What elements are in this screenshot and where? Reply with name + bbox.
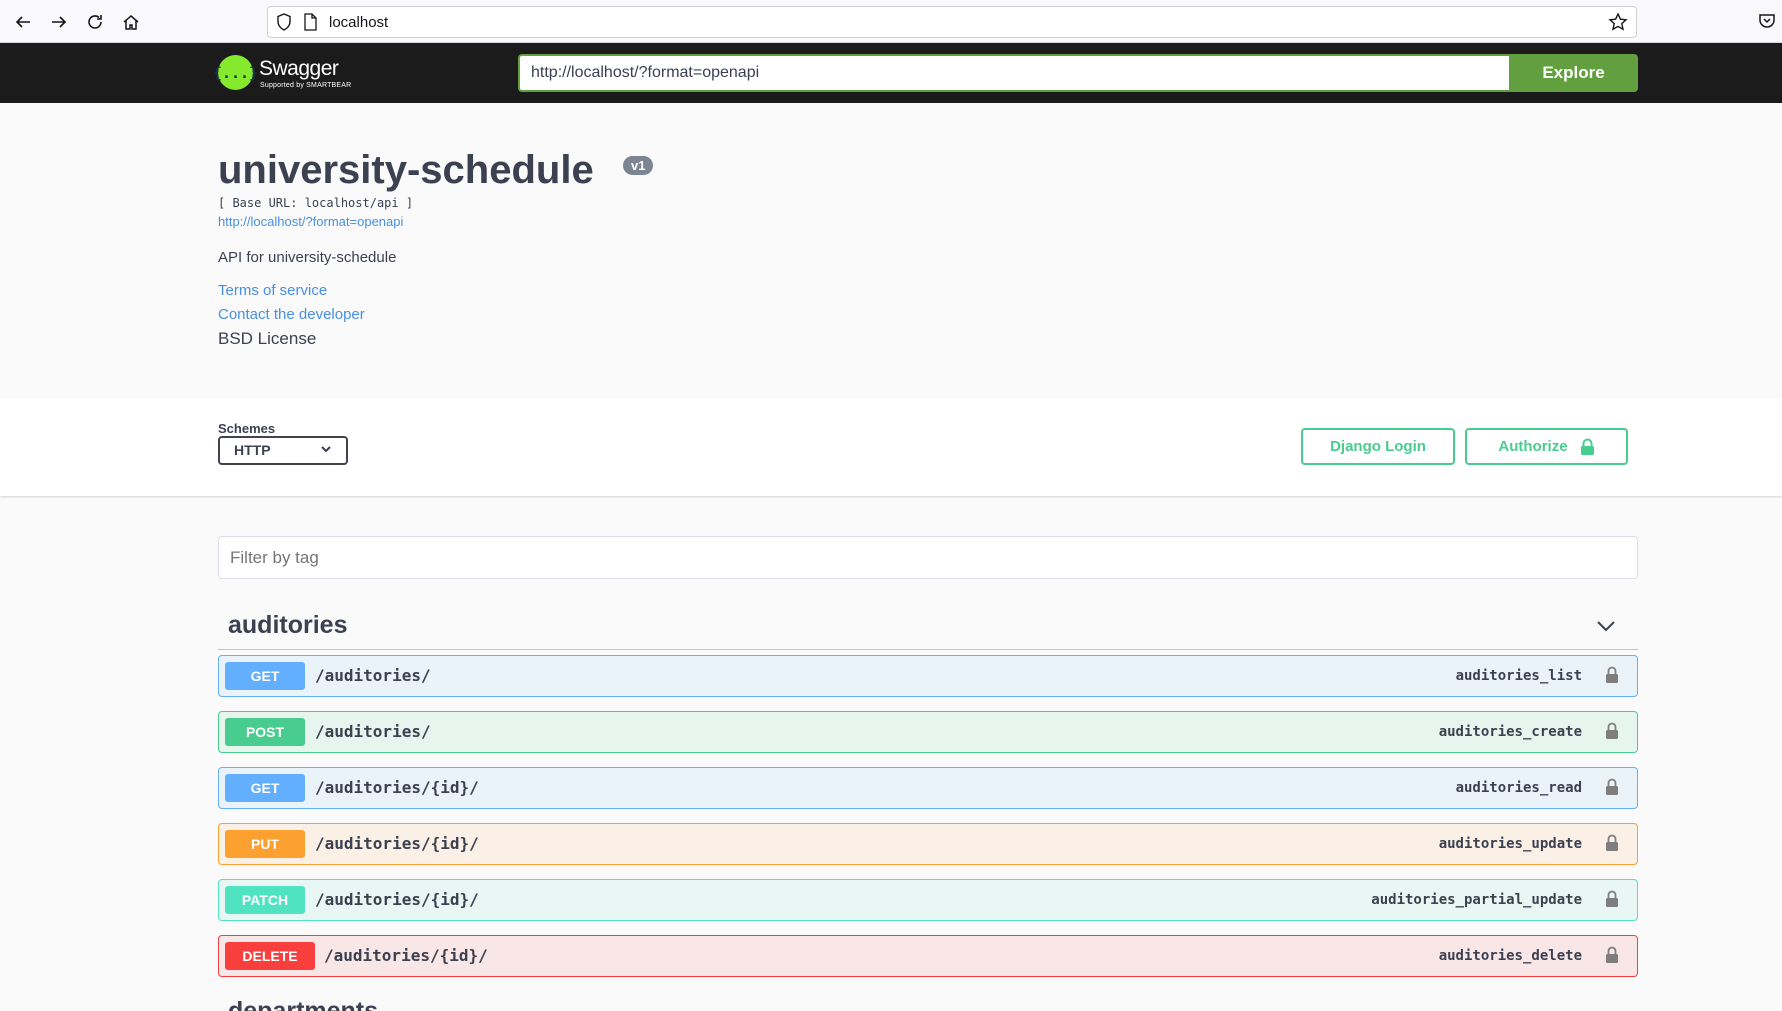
operation-path: /auditories/{id}/ [324, 946, 488, 965]
operation-id: auditories_partial_update [1371, 892, 1582, 908]
filter-by-tag-input[interactable] [218, 536, 1638, 579]
method-badge: POST [225, 718, 305, 746]
operation-path: /auditories/{id}/ [315, 778, 479, 797]
operation-auditories-list[interactable]: GET /auditories/ auditories_list [218, 655, 1638, 697]
operation-auditories-delete[interactable]: DELETE /auditories/{id}/ auditories_dele… [218, 935, 1638, 977]
operation-id: auditories_read [1455, 780, 1582, 796]
schemes-select[interactable]: HTTP [218, 436, 348, 465]
browser-toolbar: localhost [0, 0, 1782, 43]
method-badge: GET [225, 662, 305, 690]
operation-id: auditories_update [1438, 836, 1582, 852]
django-login-button[interactable]: Django Login [1301, 428, 1455, 465]
back-arrow-icon [15, 16, 30, 28]
method-badge: PUT [225, 830, 305, 858]
schemes-label: Schemes [218, 421, 276, 436]
operation-id: auditories_delete [1438, 948, 1582, 964]
base-url: [ Base URL: localhost/api ] [218, 196, 414, 210]
authorize-button[interactable]: Authorize [1465, 428, 1628, 465]
operation-path: /auditories/{id}/ [315, 890, 479, 909]
method-badge: PATCH [225, 886, 305, 914]
home-icon [123, 15, 139, 30]
forward-button[interactable] [45, 8, 73, 36]
license-text: BSD License [218, 329, 317, 348]
terms-of-service-link[interactable]: Terms of service [218, 282, 327, 299]
method-badge: DELETE [225, 942, 315, 970]
operation-id: auditories_list [1455, 668, 1582, 684]
lock-icon[interactable] [1605, 890, 1619, 908]
authorize-label: Authorize [1498, 438, 1568, 455]
explore-button[interactable]: Explore [1509, 54, 1638, 92]
operation-path: /auditories/ [315, 722, 431, 741]
operation-auditories-create[interactable]: POST /auditories/ auditories_create [218, 711, 1638, 753]
swagger-logo-icon: {...} [213, 55, 258, 90]
reload-button[interactable] [81, 8, 109, 36]
address-text: localhost [329, 14, 389, 31]
operation-auditories-read[interactable]: GET /auditories/{id}/ auditories_read [218, 767, 1638, 809]
shield-icon[interactable] [276, 13, 292, 31]
api-title: university-schedule [218, 148, 594, 192]
lock-icon[interactable] [1605, 666, 1619, 684]
home-button[interactable] [117, 8, 145, 36]
tag-header-departments[interactable]: departments [228, 997, 378, 1011]
contact-developer-link[interactable]: Contact the developer [218, 306, 365, 323]
pocket-icon[interactable] [1758, 12, 1776, 30]
spec-link[interactable]: http://localhost/?format=openapi [218, 214, 403, 229]
version-badge: v1 [623, 156, 654, 175]
schemes-selected-value: HTTP [234, 442, 271, 458]
back-button[interactable] [9, 8, 37, 36]
chevron-down-icon [1597, 621, 1615, 632]
bookmark-star-icon[interactable] [1608, 12, 1628, 32]
lock-icon[interactable] [1605, 946, 1619, 964]
swagger-logo-name: Swagger [259, 57, 339, 80]
method-badge: GET [225, 774, 305, 802]
tag-name: auditories [228, 611, 348, 639]
lock-icon[interactable] [1605, 834, 1619, 852]
scheme-container: Schemes HTTP Django Login Authorize [0, 398, 1782, 496]
swagger-topbar: {...} Swagger Supported by SMARTBEAR Exp… [0, 43, 1782, 103]
operation-id: auditories_create [1438, 724, 1582, 740]
lock-icon[interactable] [1605, 778, 1619, 796]
operation-auditories-partial-update[interactable]: PATCH /auditories/{id}/ auditories_parti… [218, 879, 1638, 921]
operation-auditories-update[interactable]: PUT /auditories/{id}/ auditories_update [218, 823, 1638, 865]
tag-header-auditories[interactable]: auditories [218, 602, 1638, 650]
swagger-logo-sub: Supported by SMARTBEAR [260, 82, 352, 89]
swagger-logo[interactable]: {...} Swagger Supported by SMARTBEAR [213, 53, 368, 93]
operation-path: /auditories/ [315, 666, 431, 685]
page-icon [304, 13, 317, 31]
lock-icon [1580, 438, 1594, 455]
operation-path: /auditories/{id}/ [315, 834, 479, 853]
chevron-down-icon [321, 446, 331, 453]
lock-icon[interactable] [1605, 722, 1619, 740]
api-description: API for university-schedule [218, 249, 397, 266]
reload-icon [88, 15, 102, 29]
forward-arrow-icon [52, 16, 67, 28]
spec-url-input[interactable] [518, 54, 1509, 92]
address-bar[interactable]: localhost [267, 6, 1637, 38]
